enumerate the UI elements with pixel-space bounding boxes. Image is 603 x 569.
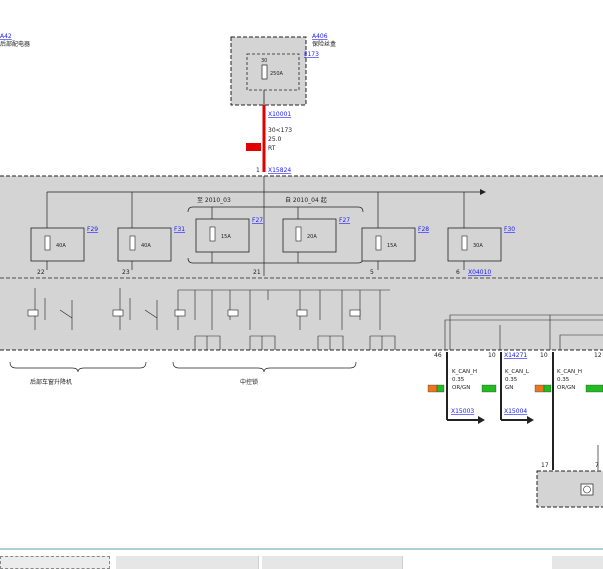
group-brace-window xyxy=(9,361,147,373)
can3-swatch-green xyxy=(585,384,603,393)
can3-size: 0.35 xyxy=(557,377,570,383)
pin-1: 1 xyxy=(256,167,260,174)
fuse-f27a-ref[interactable]: F27 xyxy=(252,217,263,224)
can3-name: K_CAN_H xyxy=(557,369,582,375)
can1-color: OR/GN xyxy=(452,385,470,391)
can2-size: 0.35 xyxy=(505,377,518,383)
can1-swatch-green xyxy=(436,384,445,393)
module-a42-id[interactable]: A42 xyxy=(0,33,12,40)
can3-color: OR/GN xyxy=(557,385,575,391)
connector-x14271[interactable]: X14271 xyxy=(504,352,527,359)
group-lock-label: 中控锁 xyxy=(240,378,258,386)
connector-x15003[interactable]: X15003 xyxy=(451,408,474,415)
top-fuse-num: 30 xyxy=(261,58,267,64)
fuse-f30-pin: 6 xyxy=(456,269,460,276)
can2-name: K_CAN_L xyxy=(505,369,530,375)
wire-line1: 30<173 xyxy=(268,127,292,134)
fuse-f31-rating: 40A xyxy=(141,243,151,249)
date-after: 自 2010_04 起 xyxy=(285,196,327,204)
can1-swatch-green2 xyxy=(481,384,497,393)
bottom-tab-2[interactable] xyxy=(116,556,259,569)
group-window-label: 后部车窗升降机 xyxy=(30,378,72,386)
bottom-tab-1[interactable] xyxy=(0,556,110,569)
fuse-f29-ref[interactable]: F29 xyxy=(87,226,98,233)
bottom-tab-4[interactable] xyxy=(552,556,603,569)
wiring-diagram: A42 后部配电器 30 250A F173 A406 保险丝盒 X10001 … xyxy=(0,33,603,550)
fuse-f28-pin: 5 xyxy=(370,269,374,276)
can1-size: 0.35 xyxy=(452,377,465,383)
module-a406-id[interactable]: A406 xyxy=(312,33,328,40)
module-a406-label: 保险丝盒 xyxy=(312,40,336,48)
fuse-f27b-ref[interactable]: F27 xyxy=(339,217,350,224)
can2-swatch-orange xyxy=(534,384,545,393)
fuse-f31-pin: 23 xyxy=(122,269,130,276)
fuse-21-pin: 21 xyxy=(253,269,261,276)
can2-color: GN xyxy=(505,385,513,391)
fuse-f27a-rating: 15A xyxy=(221,234,231,240)
can1-pin2: 10 xyxy=(488,352,496,359)
bottom-tab-3[interactable] xyxy=(262,556,403,569)
can3-pin2: 12 xyxy=(594,352,602,359)
wire-line3: RT xyxy=(268,145,276,152)
group-brace-lock xyxy=(172,361,357,373)
fuse-f29-pin: 22 xyxy=(37,269,45,276)
fuse-f30-ref[interactable]: F30 xyxy=(504,226,515,233)
wire-line2: 25.0 xyxy=(268,136,282,143)
fuse-f28-rating: 15A xyxy=(387,243,397,249)
date-before: 至 2010_03 xyxy=(197,197,231,204)
connector-x04010[interactable]: X04010 xyxy=(468,269,491,276)
connector-x15824[interactable]: X15824 xyxy=(268,167,291,174)
can1-pin: 46 xyxy=(434,352,442,359)
bottom-module-icon[interactable] xyxy=(580,483,594,496)
fuse-f27b-rating: 20A xyxy=(307,234,317,240)
fuse-f31-ref[interactable]: F31 xyxy=(174,226,185,233)
can2-swatch-green xyxy=(543,384,552,393)
top-fuse-symbol xyxy=(261,64,268,80)
top-fuse-rating: 250A xyxy=(270,71,284,77)
fuse-f30-rating: 30A xyxy=(473,243,483,249)
connector-x15004[interactable]: X15004 xyxy=(504,408,527,415)
fuse-f28-ref[interactable]: F28 xyxy=(418,226,429,233)
top-fuse-ref[interactable]: F173 xyxy=(304,51,319,58)
can1-swatch-orange xyxy=(427,384,438,393)
bottom-pin-7: 7 xyxy=(595,462,599,469)
bottom-pin-17: 17 xyxy=(541,462,549,469)
can1-name: K_CAN_H xyxy=(452,369,477,375)
fuse-f29-rating: 40A xyxy=(56,243,66,249)
wire-color-red-swatch xyxy=(246,143,261,151)
module-a42-label: 后部配电器 xyxy=(0,40,30,48)
connector-x10001[interactable]: X10001 xyxy=(268,111,291,118)
can3-pin: 10 xyxy=(540,352,548,359)
